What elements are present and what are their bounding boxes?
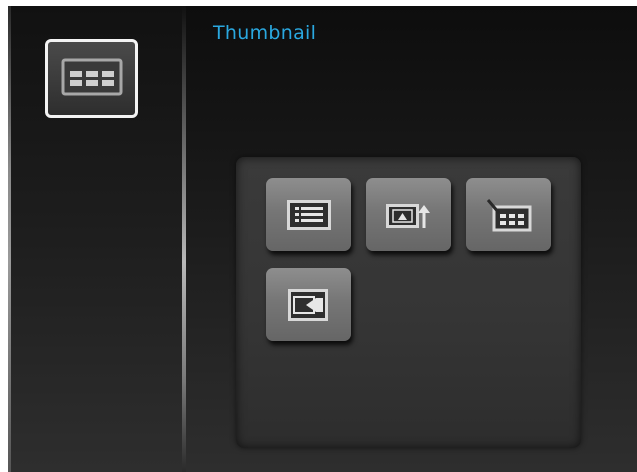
thumbnail-grid-icon <box>61 58 123 100</box>
sidebar-edge <box>8 6 11 472</box>
device-screen: Thumbnail <box>8 6 637 472</box>
photo-export-icon <box>385 200 432 230</box>
photo-export-button[interactable] <box>366 178 451 251</box>
list-view-icon <box>286 199 331 230</box>
sidebar-divider <box>182 6 186 472</box>
edit-thumbnail-icon <box>486 198 532 232</box>
thumbnail-mode-button[interactable] <box>45 39 138 118</box>
edit-thumbnail-button[interactable] <box>466 178 551 251</box>
video-file-button[interactable] <box>266 268 351 341</box>
video-file-icon <box>287 288 330 321</box>
page-title: Thumbnail <box>213 22 317 44</box>
list-view-button[interactable] <box>266 178 351 251</box>
